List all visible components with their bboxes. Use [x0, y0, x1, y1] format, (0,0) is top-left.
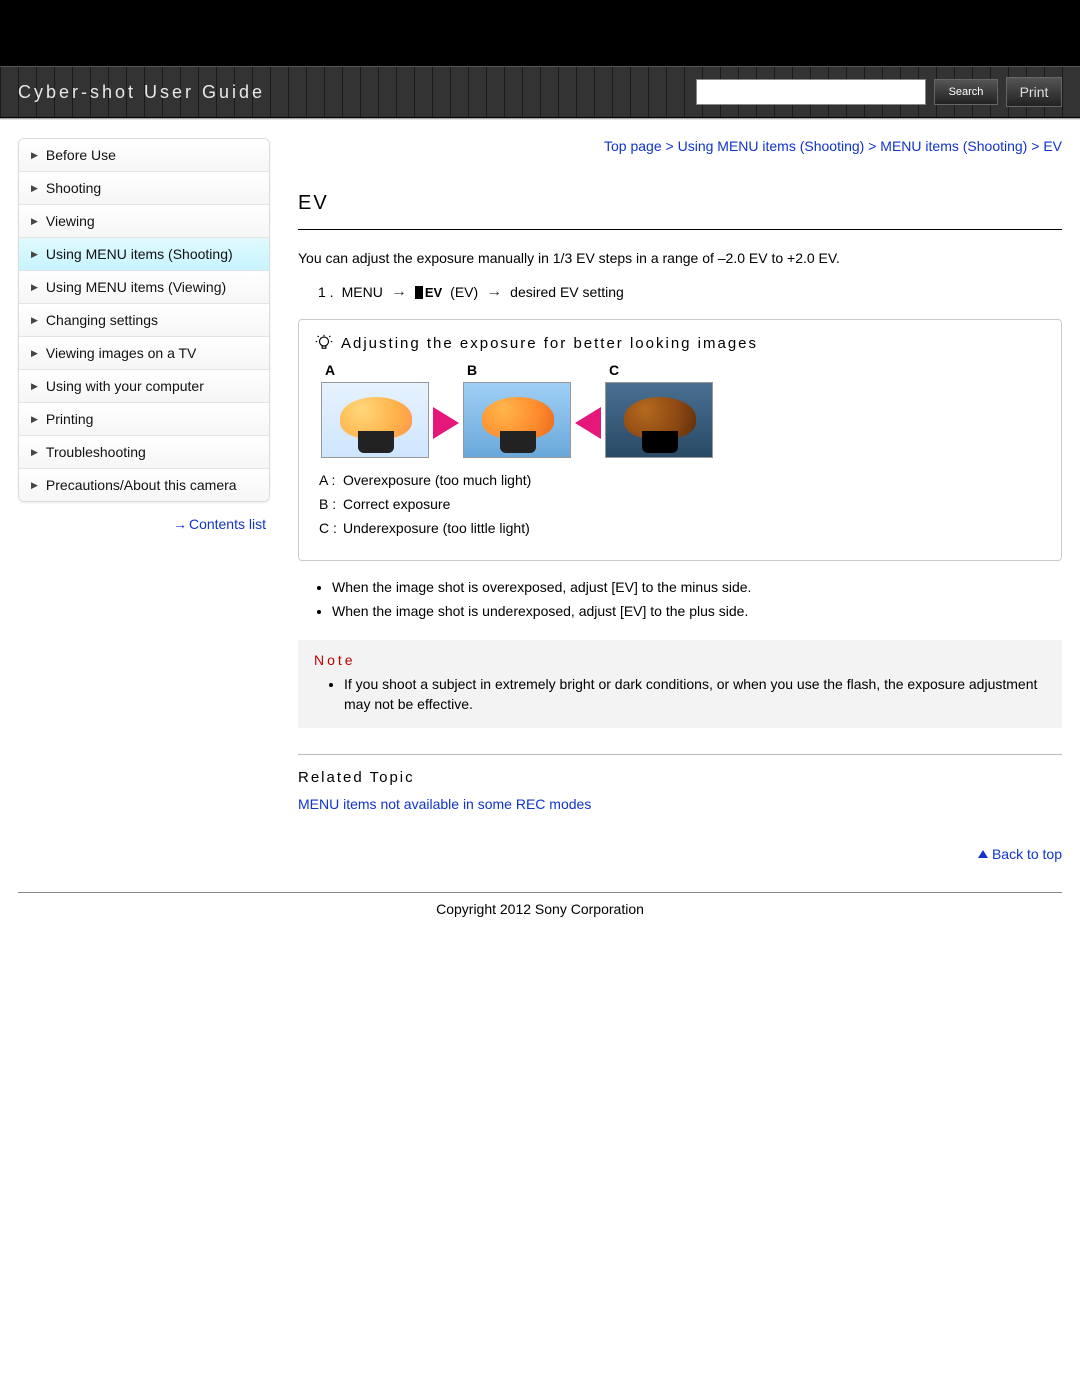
breadcrumb-sep: >: [1027, 138, 1043, 154]
arrow-left-pink-icon: [575, 407, 601, 439]
note-title: Note: [314, 652, 1046, 668]
legend-b-label: B :: [319, 496, 343, 512]
sidebar-item-menu-shooting[interactable]: ▶ Using MENU items (Shooting): [19, 238, 269, 271]
breadcrumb-sep: >: [662, 138, 678, 154]
header-bar: Cyber-shot User Guide Search Print: [0, 66, 1080, 118]
sidebar-item-computer[interactable]: ▶ Using with your computer: [19, 370, 269, 403]
sidebar-item-label: Changing settings: [46, 312, 158, 328]
legend-a-label: A :: [319, 472, 343, 488]
back-to-top-link[interactable]: Back to top: [992, 846, 1062, 862]
print-button[interactable]: Print: [1006, 77, 1062, 107]
legend-a-text: Overexposure (too much light): [343, 472, 531, 488]
site-title: Cyber-shot User Guide: [18, 82, 265, 103]
sidebar-item-troubleshooting[interactable]: ▶ Troubleshooting: [19, 436, 269, 469]
sidebar-item-menu-viewing[interactable]: ▶ Using MENU items (Viewing): [19, 271, 269, 304]
chevron-right-icon: ▶: [31, 315, 38, 326]
arrow-right-icon: →: [486, 283, 502, 301]
chevron-right-icon: ▶: [31, 447, 38, 458]
sidebar-nav: ▶ Before Use ▶ Shooting ▶ Viewing ▶ Using ME…: [18, 138, 270, 502]
sidebar-item-label: Shooting: [46, 180, 101, 196]
search-input[interactable]: [696, 79, 926, 105]
sidebar-item-label: Viewing images on a TV: [46, 345, 196, 361]
arrow-right-pink-icon: [433, 407, 459, 439]
contents-list-wrap: →Contents list: [18, 502, 270, 532]
lightbulb-icon: [315, 334, 333, 352]
ev-icon: EV: [415, 285, 442, 300]
sample-thumb-underexposed: [605, 382, 713, 458]
sidebar-item-shooting[interactable]: ▶ Shooting: [19, 172, 269, 205]
breadcrumb-current: EV: [1043, 138, 1062, 154]
footer-rule: [18, 892, 1062, 893]
arrow-right-icon: →: [173, 516, 185, 532]
tip-box: Adjusting the exposure for better lookin…: [298, 319, 1062, 561]
sidebar-item-before-use[interactable]: ▶ Before Use: [19, 139, 269, 172]
chevron-right-icon: ▶: [31, 216, 38, 227]
sidebar-item-label: Printing: [46, 411, 93, 427]
related-topic-link[interactable]: MENU items not available in some REC mod…: [298, 796, 591, 812]
sample-thumb-overexposed: [321, 382, 429, 458]
top-black-bar: [0, 0, 1080, 66]
intro-text: You can adjust the exposure manually in …: [298, 248, 1062, 269]
chevron-right-icon: ▶: [31, 249, 38, 260]
related-topic-title: Related Topic: [298, 769, 1062, 786]
chevron-right-icon: ▶: [31, 282, 38, 293]
sidebar-item-label: Viewing: [46, 213, 95, 229]
breadcrumb-link[interactable]: Using MENU items (Shooting): [678, 138, 865, 154]
sidebar-item-printing[interactable]: ▶ Printing: [19, 403, 269, 436]
copyright: Copyright 2012 Sony Corporation: [0, 901, 1080, 957]
title-rule: [298, 229, 1062, 230]
triangle-up-icon: [978, 850, 988, 858]
sidebar-item-label: Troubleshooting: [46, 444, 146, 460]
sidebar-item-viewing[interactable]: ▶ Viewing: [19, 205, 269, 238]
note-box: Note If you shoot a subject in extremely…: [298, 640, 1062, 729]
sidebar-item-label: Using with your computer: [46, 378, 204, 394]
main-content: Top page > Using MENU items (Shooting) >…: [270, 138, 1062, 868]
step-ev-paren: (EV): [450, 284, 478, 300]
breadcrumb-sep: >: [864, 138, 880, 154]
sample-label-b: B: [467, 362, 477, 378]
sidebar-item-changing-settings[interactable]: ▶ Changing settings: [19, 304, 269, 337]
legend-c-label: C :: [319, 520, 343, 536]
sidebar: ▶ Before Use ▶ Shooting ▶ Viewing ▶ Using ME…: [18, 138, 270, 868]
legend-b-text: Correct exposure: [343, 496, 450, 512]
step-number: 1 .: [318, 284, 334, 300]
sample-thumb-correct: [463, 382, 571, 458]
bullet-item: When the image shot is overexposed, adju…: [332, 577, 1062, 597]
sample-label-a: A: [325, 362, 335, 378]
header-separator: [0, 118, 1080, 120]
search-button[interactable]: Search: [934, 79, 998, 105]
note-item: If you shoot a subject in extremely brig…: [344, 674, 1046, 715]
contents-list-link[interactable]: Contents list: [189, 516, 266, 532]
sidebar-item-label: Using MENU items (Shooting): [46, 246, 233, 262]
legend-c-text: Underexposure (too little light): [343, 520, 530, 536]
sample-images: A B C: [321, 362, 1045, 458]
adjustment-bullets: When the image shot is overexposed, adju…: [332, 577, 1062, 622]
breadcrumb: Top page > Using MENU items (Shooting) >…: [298, 138, 1062, 154]
arrow-right-icon: →: [391, 283, 407, 301]
bullet-item: When the image shot is underexposed, adj…: [332, 601, 1062, 621]
chevron-right-icon: ▶: [31, 183, 38, 194]
chevron-right-icon: ▶: [31, 414, 38, 425]
step-menu-label: MENU: [342, 284, 383, 300]
tip-title: Adjusting the exposure for better lookin…: [341, 335, 758, 352]
chevron-right-icon: ▶: [31, 480, 38, 491]
step-desired: desired EV setting: [510, 284, 624, 300]
sample-label-c: C: [609, 362, 619, 378]
section-rule: [298, 754, 1062, 755]
sidebar-item-viewing-tv[interactable]: ▶ Viewing images on a TV: [19, 337, 269, 370]
chevron-right-icon: ▶: [31, 150, 38, 161]
sidebar-item-label: Using MENU items (Viewing): [46, 279, 226, 295]
sidebar-item-label: Before Use: [46, 147, 116, 163]
sample-legend: A :Overexposure (too much light) B :Corr…: [315, 472, 1045, 536]
breadcrumb-link[interactable]: MENU items (Shooting): [880, 138, 1027, 154]
back-to-top-wrap: Back to top: [298, 846, 1062, 862]
sidebar-item-precautions[interactable]: ▶ Precautions/About this camera: [19, 469, 269, 501]
menu-step: 1 . MENU → EV (EV) → desired EV setting: [318, 283, 1062, 301]
breadcrumb-link[interactable]: Top page: [604, 138, 662, 154]
chevron-right-icon: ▶: [31, 348, 38, 359]
chevron-right-icon: ▶: [31, 381, 38, 392]
sidebar-item-label: Precautions/About this camera: [46, 477, 237, 493]
page-title: EV: [298, 192, 1062, 215]
